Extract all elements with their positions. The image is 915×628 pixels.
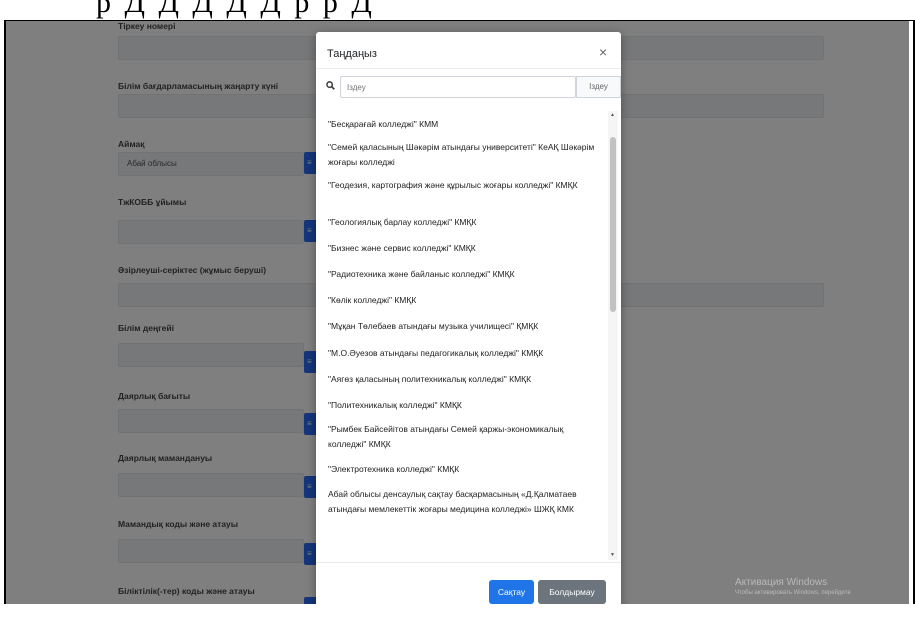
- list-item[interactable]: "Электротехника колледжі" КМҚК: [328, 462, 604, 477]
- list-item[interactable]: "Радиотехника және байланыс колледжі" КМ…: [328, 267, 604, 282]
- list-item[interactable]: Абай облысы денсаулық сақтау басқармасын…: [328, 487, 604, 517]
- top-cut-text-strip: р Д Д Д Д Д р р Д: [0, 0, 915, 20]
- list-item[interactable]: "Мұқан Төлебаев атындағы музыка училищес…: [328, 319, 604, 334]
- list-item[interactable]: "Бесқарағай колледжі" КММ: [328, 117, 604, 132]
- modal-search-bar: Іздеу: [316, 75, 621, 101]
- save-button[interactable]: Сақтау: [489, 580, 534, 604]
- modal-header: Таңдаңыз ×: [316, 32, 621, 69]
- list-item[interactable]: "Политехникалық колледжі" КМҚК: [328, 398, 604, 413]
- list-item[interactable]: "Семей қаласының Шәкәрім атындағы универ…: [328, 140, 604, 170]
- scroll-up-arrow-icon[interactable]: ▲: [610, 112, 615, 118]
- scroll-thumb[interactable]: [610, 137, 616, 312]
- modal-title: Таңдаңыз: [327, 48, 377, 60]
- list-item[interactable]: "Рымбек Байсейітов атындағы Семей қаржы-…: [328, 422, 604, 452]
- list-scrollbar[interactable]: ▲ ▼: [608, 111, 618, 560]
- bottom-blank-strip: [0, 604, 915, 628]
- list-item[interactable]: "Аягөз қаласының политехникалық колледжі…: [328, 372, 604, 387]
- list-item[interactable]: "Геодезия, картография және құрылыс жоға…: [328, 178, 604, 193]
- close-icon[interactable]: ×: [599, 44, 607, 60]
- select-modal: Таңдаңыз × Іздеу "Бесқарағай колледжі" К…: [316, 32, 621, 614]
- list-item[interactable]: "М.О.Әуезов атындағы педагогикалық колле…: [328, 346, 604, 361]
- list-item[interactable]: "Көлік колледжі" КМҚК: [328, 293, 604, 308]
- list-item[interactable]: "Бизнес және сервис колледжі" КМҚК: [328, 241, 604, 256]
- college-list: "Бесқарағай колледжі" КММ "Семей қаласын…: [316, 111, 608, 560]
- search-button[interactable]: Іздеу: [576, 76, 621, 98]
- list-item[interactable]: "Геологиялық барлау колледжі" КМҚК: [328, 215, 604, 230]
- top-cut-text: р Д Д Д Д Д р р Д: [96, 0, 375, 19]
- scroll-down-arrow-icon[interactable]: ▼: [610, 552, 615, 558]
- watermark-subtitle: Чтобы активировать Windows, перейдите: [735, 590, 851, 596]
- cancel-button[interactable]: Болдырмау: [538, 580, 606, 604]
- windows-activation-watermark: Активация Windows Чтобы активировать Win…: [735, 577, 851, 596]
- watermark-title: Активация Windows: [735, 577, 828, 588]
- search-input[interactable]: [340, 76, 576, 98]
- search-icon: [326, 81, 335, 90]
